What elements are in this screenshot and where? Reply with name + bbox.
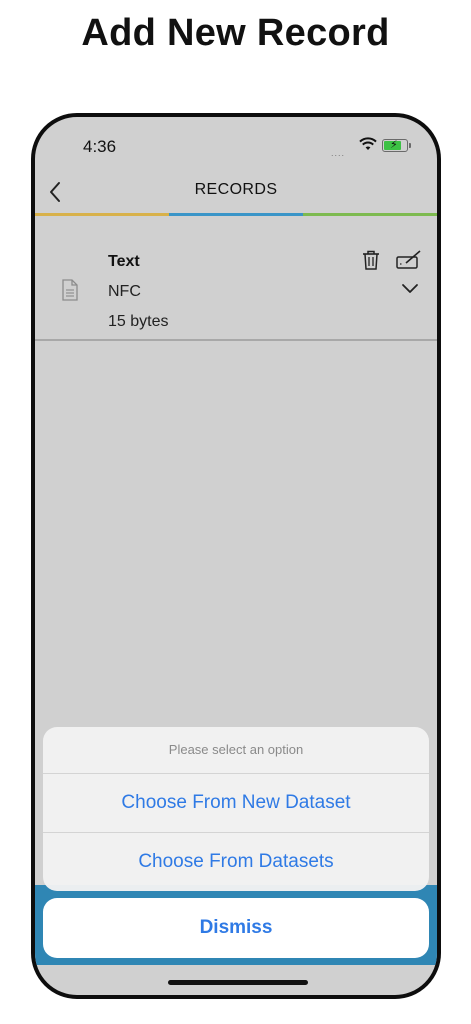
wifi-icon	[359, 137, 377, 156]
record-type: NFC	[108, 283, 141, 300]
delete-button[interactable]	[361, 249, 381, 276]
trash-icon	[363, 250, 379, 270]
edit-button[interactable]	[395, 249, 423, 276]
nav-title: RECORDS	[194, 181, 278, 198]
cellular-signal-icon: ....	[331, 148, 346, 158]
accent-segment-1	[35, 213, 169, 216]
accent-segment-3	[303, 213, 437, 216]
expand-button[interactable]	[401, 281, 419, 299]
document-icon	[61, 279, 79, 306]
record-title: Text	[108, 253, 140, 270]
battery-icon: ⚡	[382, 139, 408, 152]
option-datasets[interactable]: Choose From Datasets	[43, 832, 429, 891]
record-row[interactable]: Text NFC 15 bytes	[35, 243, 437, 339]
chevron-down-icon	[402, 284, 418, 293]
accent-segment-2	[169, 213, 303, 216]
option-new-dataset[interactable]: Choose From New Dataset	[43, 773, 429, 832]
row-divider	[35, 339, 437, 341]
dismiss-button[interactable]: Dismiss	[43, 898, 429, 958]
action-sheet-title: Please select an option	[168, 742, 304, 757]
battery-cap	[409, 143, 411, 148]
edit-icon	[396, 250, 421, 269]
record-size: 15 bytes	[108, 313, 169, 330]
charging-bolt-icon: ⚡	[390, 139, 398, 151]
accent-divider	[35, 213, 437, 216]
action-sheet: Please select an option Choose From New …	[43, 727, 429, 891]
status-bar: 4:36 .... ⚡	[35, 117, 437, 173]
home-indicator	[168, 980, 308, 985]
nav-bar: RECORDS	[35, 173, 437, 213]
status-time: 4:36	[83, 137, 117, 156]
phone-frame: 4:36 .... ⚡ RECORDS Text NFC 15 bytes Pl…	[31, 113, 441, 999]
page-headline: Add New Record	[81, 12, 390, 54]
